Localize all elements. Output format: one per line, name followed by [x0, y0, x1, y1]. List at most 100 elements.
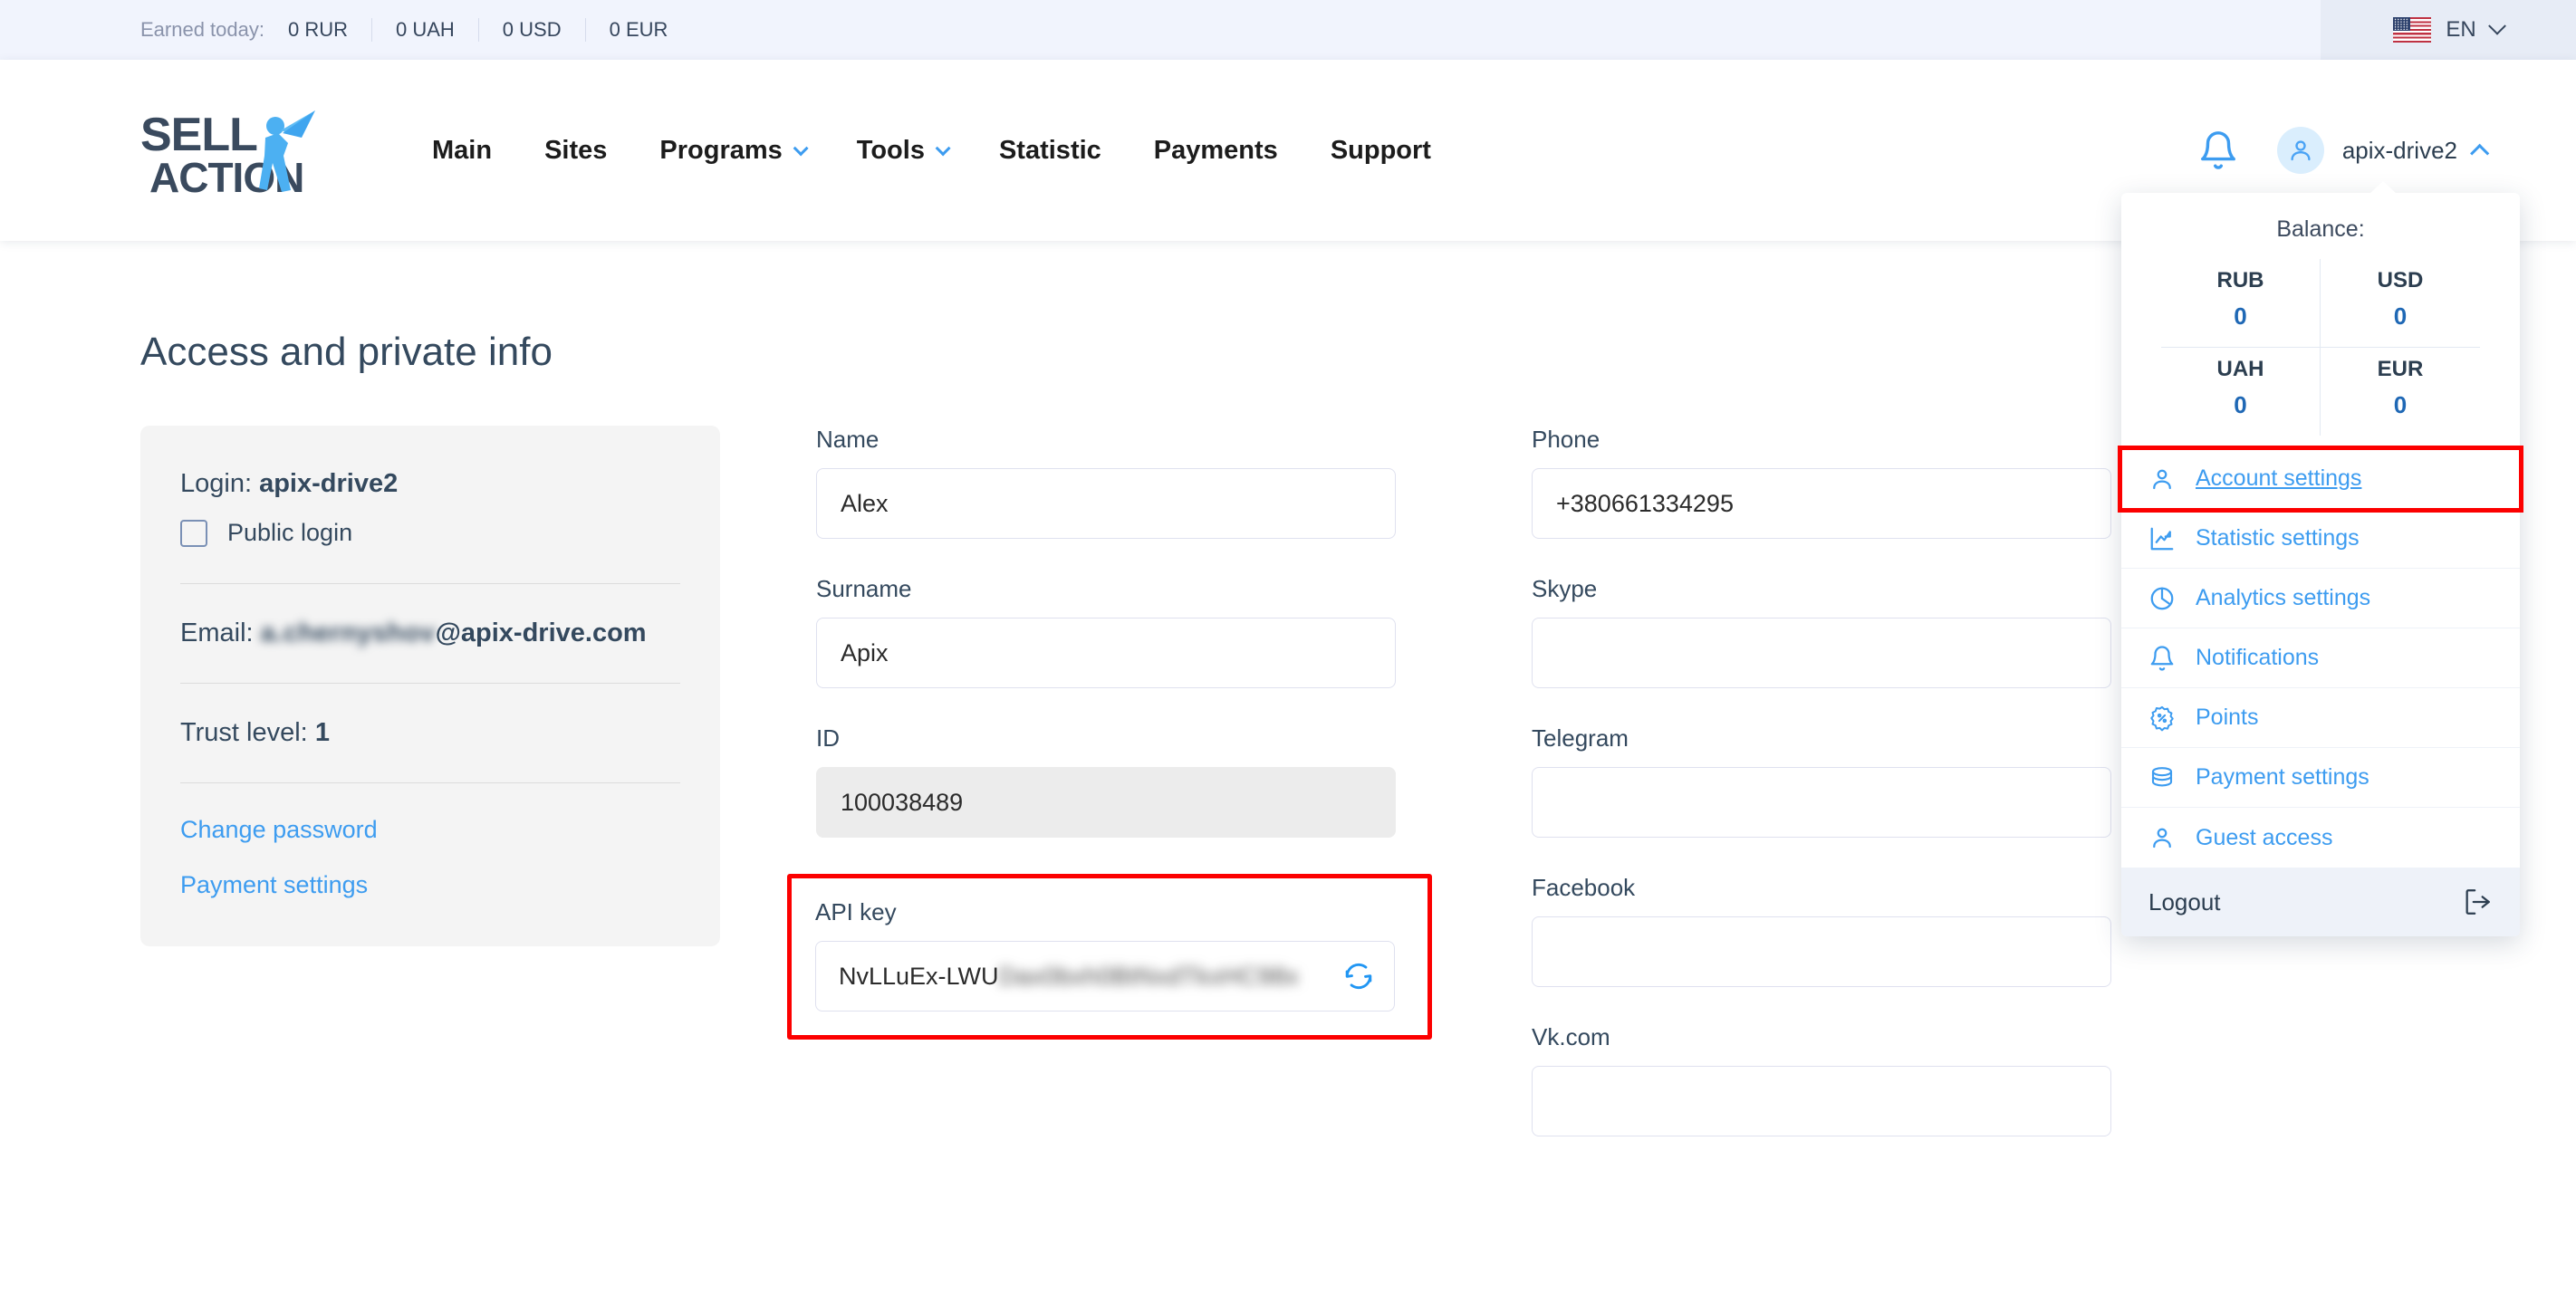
logout-icon — [2462, 887, 2493, 917]
nav-label-programs: Programs — [659, 135, 783, 165]
api-key-input[interactable] — [815, 941, 1395, 1012]
login-value: apix-drive2 — [259, 469, 399, 498]
menu-item-points[interactable]: Points — [2121, 688, 2520, 748]
chevron-down-icon — [2487, 16, 2506, 35]
menu-item-analytics-settings[interactable]: Analytics settings — [2121, 569, 2520, 628]
nav-label-main: Main — [432, 135, 493, 165]
balance-value-uah: 0 — [2234, 391, 2247, 418]
field-label-telegram: Telegram — [1532, 724, 1629, 752]
chevron-down-icon — [935, 140, 951, 157]
chevron-down-icon — [793, 140, 809, 157]
balance-cell-rub: RUB 0 — [2161, 259, 2321, 347]
telegram-input[interactable] — [1532, 767, 2111, 838]
public-login-row: Public login — [180, 519, 680, 547]
change-password-link[interactable]: Change password — [180, 816, 680, 844]
public-login-label: Public login — [227, 519, 353, 546]
language-selector[interactable]: EN — [2321, 0, 2576, 60]
email-domain-value: @apix-drive.com — [435, 618, 647, 647]
menu-item-payment-settings[interactable]: Payment settings — [2121, 748, 2520, 808]
menu-item-guest-access[interactable]: Guest access — [2121, 808, 2520, 868]
menu-item-statistic-settings[interactable]: Statistic settings — [2121, 509, 2520, 569]
us-flag-icon — [2393, 17, 2432, 43]
balance-grid: RUB 0 USD 0 UAH 0 EUR 0 — [2121, 259, 2520, 448]
field-label-id: ID — [816, 724, 840, 752]
email-row: Email: a.chernyshov@apix-drive.com — [180, 584, 680, 683]
balance-value-usd: 0 — [2393, 302, 2408, 330]
nav-label-payments: Payments — [1153, 135, 1278, 165]
form-column-left: Name Surname ID API key NvLLu — [787, 426, 1432, 1173]
nav-item-sites[interactable]: Sites — [518, 136, 633, 166]
badge-percent-icon — [2148, 705, 2176, 732]
field-label-facebook: Facebook — [1532, 874, 1636, 901]
earned-amount-eur: 0 EUR — [584, 18, 692, 42]
menu-label-notifications: Notifications — [2196, 645, 2320, 670]
api-key-input-wrap: NvLLuEx-LWU Dax0bxh0BtNxdTkxHC98x — [815, 941, 1395, 1012]
nav-item-statistic[interactable]: Statistic — [973, 136, 1128, 166]
field-name: Name — [816, 426, 1396, 539]
language-code: EN — [2446, 17, 2476, 42]
menu-label-payment-settings: Payment settings — [2196, 764, 2369, 790]
vk-input[interactable] — [1532, 1066, 2111, 1136]
trust-level-row: Trust level: 1 — [180, 684, 680, 782]
user-name-label: apix-drive2 — [2341, 136, 2457, 164]
nav-item-support[interactable]: Support — [1304, 136, 1457, 166]
dropdown-menu-list: Account settings Statistic settings Anal… — [2118, 446, 2523, 868]
user-avatar-icon — [2276, 127, 2324, 174]
balance-currency-uah: UAH — [2216, 357, 2264, 381]
nav-label-sites: Sites — [544, 135, 608, 165]
facebook-input[interactable] — [1532, 916, 2111, 987]
user-icon — [2148, 824, 2176, 851]
info-card-links: Change password Payment settings — [180, 783, 680, 899]
logout-button[interactable]: Logout — [2121, 868, 2520, 936]
menu-item-notifications[interactable]: Notifications — [2121, 628, 2520, 688]
skype-input[interactable] — [1532, 618, 2111, 688]
field-skype: Skype — [1532, 575, 2111, 688]
nav-item-payments[interactable]: Payments — [1128, 136, 1304, 166]
menu-label-points: Points — [2196, 705, 2259, 730]
menu-item-account-settings[interactable]: Account settings — [2118, 446, 2523, 513]
nav-item-main[interactable]: Main — [406, 136, 518, 166]
refresh-icon[interactable] — [1342, 960, 1375, 992]
field-label-skype: Skype — [1532, 575, 1598, 602]
field-id: ID — [816, 724, 1396, 838]
menu-label-account-settings: Account settings — [2196, 465, 2362, 491]
earned-amount-rur: 0 RUR — [287, 18, 348, 41]
bell-icon[interactable] — [2197, 129, 2239, 171]
field-label-api-key: API key — [815, 898, 897, 925]
trust-level-label: Trust level: — [180, 718, 308, 747]
nav-label-support: Support — [1330, 135, 1431, 165]
nav-item-tools[interactable]: Tools — [831, 136, 973, 166]
form-column-right: Phone Skype Telegram Facebook Vk.com — [1532, 426, 2111, 1173]
nav-label-statistic: Statistic — [998, 135, 1101, 165]
balance-value-rub: 0 — [2234, 302, 2247, 330]
bell-icon — [2148, 645, 2176, 672]
menu-label-statistic-settings: Statistic settings — [2196, 525, 2360, 551]
field-api-key: API key NvLLuEx-LWU Dax0bxh0BtNxdTkxHC98x — [787, 874, 1432, 1040]
sell-action-logo[interactable]: SELL ACTION — [140, 103, 326, 197]
main-navigation: Main Sites Programs Tools Statistic Paym… — [406, 136, 1457, 166]
top-utility-bar: Earned today: 0 RUR 0 UAH 0 USD 0 EUR EN — [0, 0, 2576, 60]
user-icon — [2148, 465, 2176, 493]
name-input[interactable] — [816, 468, 1396, 539]
balance-cell-usd: USD 0 — [2321, 259, 2480, 347]
balance-cell-uah: UAH 0 — [2161, 347, 2321, 436]
login-label: Login: — [180, 469, 253, 498]
payment-settings-link[interactable]: Payment settings — [180, 871, 680, 899]
public-login-checkbox[interactable] — [180, 519, 207, 547]
earned-amount-uah: 0 UAH — [371, 18, 478, 42]
field-label-vk: Vk.com — [1532, 1023, 1610, 1050]
user-dropdown-menu: Balance: RUB 0 USD 0 UAH 0 EUR 0 Account… — [2118, 181, 2523, 936]
profile-form: Name Surname ID API key NvLLu — [787, 426, 2111, 1173]
id-input — [816, 767, 1396, 838]
chevron-up-icon — [2470, 143, 2490, 163]
field-phone: Phone — [1532, 426, 2111, 539]
nav-item-programs[interactable]: Programs — [633, 136, 830, 166]
email-masked-value: a.chernyshov — [260, 618, 436, 647]
email-label: Email: — [180, 618, 254, 647]
user-menu-button[interactable]: apix-drive2 — [2276, 127, 2490, 174]
field-facebook: Facebook — [1532, 874, 2111, 987]
menu-label-guest-access: Guest access — [2196, 824, 2333, 850]
surname-input[interactable] — [816, 618, 1396, 688]
phone-input[interactable] — [1532, 468, 2111, 539]
balance-currency-rub: RUB — [2216, 268, 2264, 292]
